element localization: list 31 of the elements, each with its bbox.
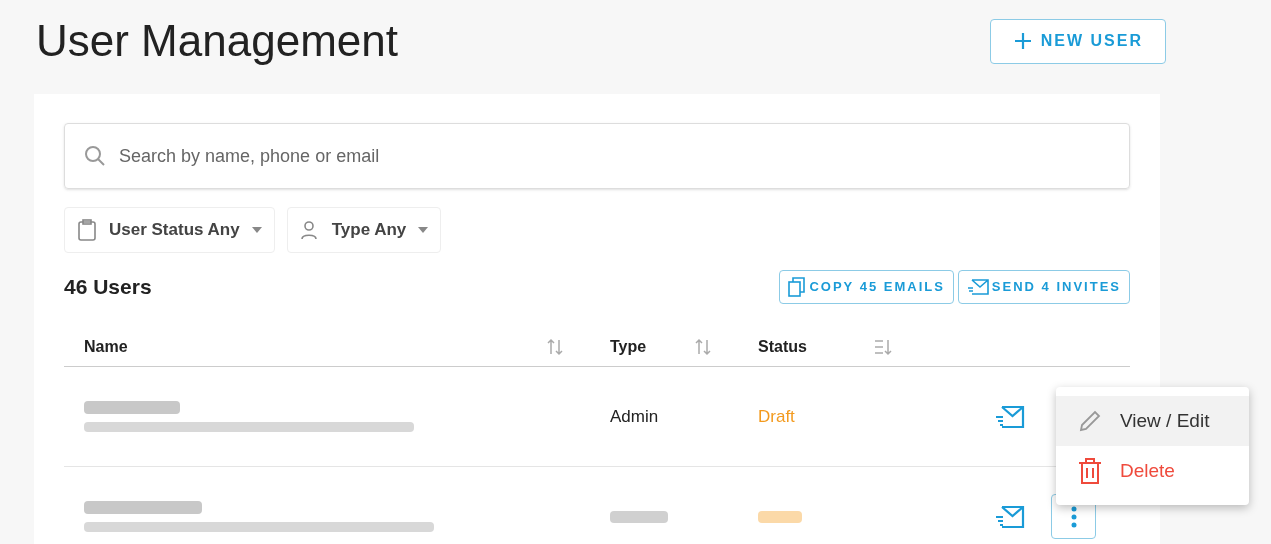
sort-icon (546, 337, 564, 356)
column-header[interactable]: Status (758, 334, 807, 359)
copy-icon (788, 277, 807, 297)
mail-icon[interactable] (995, 504, 1025, 529)
filter-dropdown[interactable]: User Status Any (64, 207, 275, 253)
menu-item[interactable]: View / Edit (1056, 396, 1249, 446)
clipboard-icon (77, 219, 97, 241)
column-header[interactable]: Type (610, 334, 647, 359)
plus-icon (1012, 31, 1033, 51)
filter-dropdown[interactable]: Type Any (286, 207, 442, 253)
search-input[interactable]: Search by name, phone or email (119, 142, 1111, 170)
status-cell: Draft (758, 406, 795, 426)
caret-icon (418, 227, 429, 233)
mail-icon[interactable] (995, 404, 1025, 429)
user-count: 46 Users (64, 274, 152, 301)
kebab-icon (1070, 505, 1077, 528)
caret-icon (251, 227, 262, 233)
pencil-icon (1078, 409, 1102, 433)
search-field[interactable]: Search by name, phone or email (64, 123, 1130, 189)
redacted-type (610, 510, 668, 523)
sort-icon (694, 337, 712, 356)
trash-icon (1078, 458, 1102, 484)
column-header[interactable]: Name (84, 334, 128, 359)
sort-descending-icon (874, 337, 892, 356)
redacted-status (758, 510, 802, 523)
type-cell: Admin (610, 406, 659, 426)
person-icon (299, 219, 320, 241)
menu-item[interactable]: Delete (1056, 446, 1249, 496)
page-title: User Management (36, 15, 398, 67)
mail-icon (966, 278, 989, 296)
search-icon (83, 144, 107, 168)
